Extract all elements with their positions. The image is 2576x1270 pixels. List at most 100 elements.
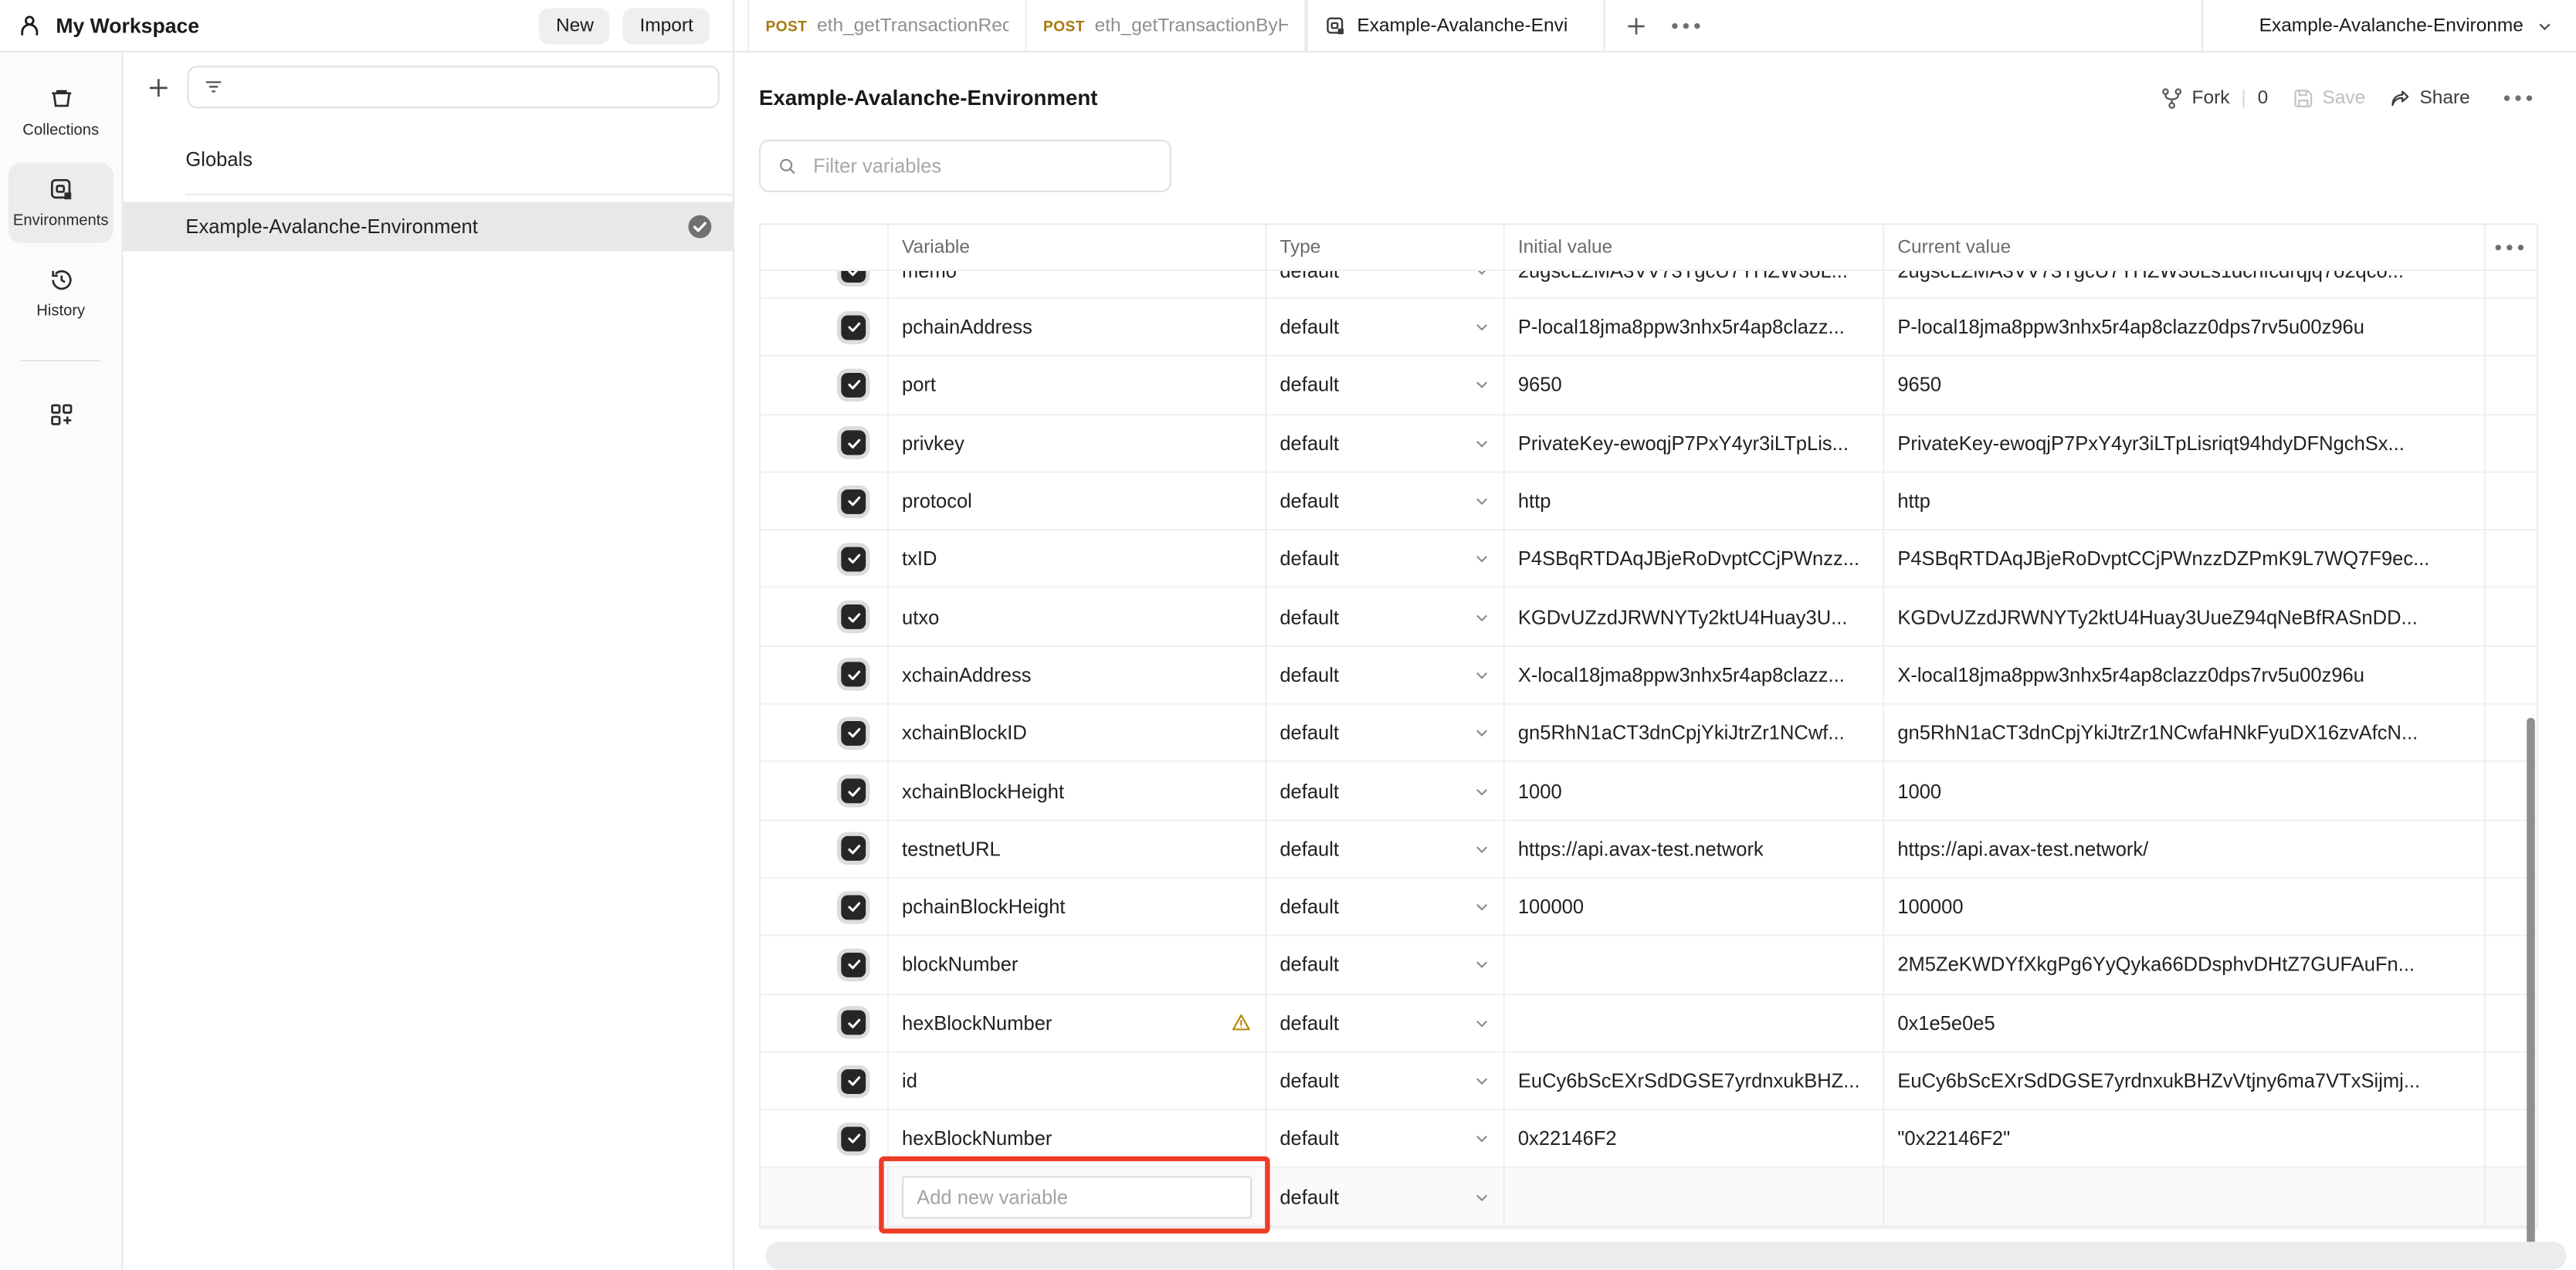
table-row[interactable]: xchainAddress default X-local18jma8ppw3n… (761, 647, 2537, 705)
table-row[interactable]: hexBlockNumber default 0x1e5e0e5 (761, 994, 2537, 1052)
table-row[interactable]: pchainAddress default P-local18jma8ppw3n… (761, 299, 2537, 357)
row-checkbox[interactable] (841, 895, 866, 919)
new-tab-plus-icon[interactable] (1625, 14, 1648, 37)
current-value-cell[interactable]: https://api.avax-test.network/ (1884, 821, 2486, 877)
environment-selector[interactable]: Example-Avalanche-Environme (2201, 0, 2576, 51)
environment-list-item-selected[interactable]: Example-Avalanche-Environment (124, 202, 733, 252)
variable-type-select[interactable]: default (1266, 473, 1504, 530)
add-row-type-select[interactable]: default (1266, 1169, 1504, 1225)
initial-value-cell[interactable]: PrivateKey-ewoqjP7PxY4yr3iLTpLis... (1505, 415, 1884, 471)
table-row[interactable]: protocol default http http (761, 473, 2537, 531)
table-row[interactable]: xchainBlockID default gn5RhN1aCT3dnCpjYk… (761, 705, 2537, 763)
current-value-cell[interactable]: 9650 (1884, 357, 2486, 413)
add-environment-plus-icon[interactable] (146, 75, 171, 100)
configure-workspace-button[interactable] (8, 388, 114, 442)
filter-variables-input[interactable] (810, 153, 1154, 179)
current-value-cell[interactable]: 2M5ZeKWDYfXkgPg6YyQyka66DDsphvDHtZ7GUFAu… (1884, 936, 2486, 993)
tab-eth-getTransactionReceipt[interactable]: POST eth_getTransactionRece (747, 0, 1027, 51)
row-checkbox[interactable] (841, 373, 866, 398)
variable-type-select[interactable]: default (1266, 531, 1504, 588)
table-row[interactable]: hexBlockNumber default 0x22146F2 "0x2214… (761, 1111, 2537, 1169)
variable-type-select[interactable]: default (1266, 271, 1504, 299)
row-checkbox[interactable] (841, 315, 866, 340)
sidebar-item-collections[interactable]: Collections (8, 73, 114, 153)
row-checkbox[interactable] (841, 778, 866, 803)
row-checkbox[interactable] (841, 547, 866, 571)
initial-value-cell[interactable]: 2ugscLZMA3VV73TgcU7YHZW3oL... (1505, 271, 1884, 299)
initial-value-cell[interactable]: http (1505, 473, 1884, 530)
current-value-cell[interactable]: 100000 (1884, 879, 2486, 935)
table-row[interactable]: testnetURL default https://api.avax-test… (761, 821, 2537, 879)
table-row[interactable]: utxo default KGDvUZzdJRWNYTy2ktU4Huay3U.… (761, 589, 2537, 647)
initial-value-cell[interactable]: KGDvUZzdJRWNYTy2ktU4Huay3U... (1505, 589, 1884, 645)
current-value-cell[interactable]: gn5RhN1aCT3dnCpjYkiJtrZr1NCwfaHNkFyuDX16… (1884, 705, 2486, 761)
variable-type-select[interactable]: default (1266, 647, 1504, 703)
table-row[interactable]: blockNumber default 2M5ZeKWDYfXkgPg6YyQy… (761, 936, 2537, 994)
globals-item[interactable]: Globals (124, 134, 733, 184)
sidebar-item-history[interactable]: History (8, 253, 114, 334)
row-checkbox[interactable] (841, 1011, 866, 1035)
current-value-cell[interactable]: KGDvUZzdJRWNYTy2ktU4Huay3UueZ94qNeBfRASn… (1884, 589, 2486, 645)
share-button[interactable]: Share (2388, 86, 2470, 110)
initial-value-cell[interactable]: EuCy6bScEXrSdDGSE7yrdnxukBHZ... (1505, 1052, 1884, 1109)
variable-type-select[interactable]: default (1266, 1052, 1504, 1109)
current-value-cell[interactable]: 1000 (1884, 763, 2486, 819)
initial-value-cell[interactable]: 100000 (1505, 879, 1884, 935)
initial-value-cell[interactable]: P4SBqRTDAqJBjeRoDvptCCjPWnzz... (1505, 531, 1884, 588)
current-value-cell[interactable]: EuCy6bScEXrSdDGSE7yrdnxukBHZvVtjny6ma7VT… (1884, 1052, 2486, 1109)
variable-type-select[interactable]: default (1266, 357, 1504, 413)
current-value-cell[interactable]: http (1884, 473, 2486, 530)
table-row[interactable]: memo default 2ugscLZMA3VV73TgcU7YHZW3oL.… (761, 271, 2537, 299)
row-checkbox[interactable] (841, 720, 866, 745)
add-new-variable-input[interactable] (902, 1175, 1252, 1218)
initial-value-cell[interactable]: 9650 (1505, 357, 1884, 413)
horizontal-scrollbar-track[interactable] (765, 1241, 2566, 1269)
row-checkbox[interactable] (841, 837, 866, 862)
tab-environment-active[interactable]: Example-Avalanche-Envi (1306, 0, 1605, 51)
column-options-icon[interactable]: ●●● (2486, 225, 2537, 269)
filter-variables-box[interactable] (759, 140, 1171, 192)
variable-type-select[interactable]: default (1266, 994, 1504, 1051)
row-checkbox[interactable] (841, 605, 866, 629)
current-value-cell[interactable]: PrivateKey-ewoqjP7PxY4yr3iLTpLisriqt94hd… (1884, 415, 2486, 471)
initial-value-cell[interactable]: X-local18jma8ppw3nhx5r4ap8clazz... (1505, 647, 1884, 703)
table-row[interactable]: port default 9650 9650 (761, 357, 2537, 415)
initial-value-cell[interactable]: gn5RhN1aCT3dnCpjYkiJtrZr1NCwf... (1505, 705, 1884, 761)
row-checkbox[interactable] (841, 662, 866, 687)
new-button[interactable]: New (540, 8, 611, 44)
variable-type-select[interactable]: default (1266, 879, 1504, 935)
table-row[interactable]: privkey default PrivateKey-ewoqjP7PxY4yr… (761, 415, 2537, 472)
user-icon[interactable] (16, 12, 42, 39)
table-row[interactable]: txID default P4SBqRTDAqJBjeRoDvptCCjPWnz… (761, 531, 2537, 589)
current-value-cell[interactable]: "0x22146F2" (1884, 1111, 2486, 1167)
sidebar-item-environments[interactable]: Environments (8, 163, 114, 243)
variable-type-select[interactable]: default (1266, 936, 1504, 993)
save-button[interactable]: Save (2291, 86, 2365, 110)
table-row[interactable]: xchainBlockHeight default 1000 1000 (761, 763, 2537, 821)
vertical-scrollbar-thumb[interactable] (2527, 718, 2535, 1270)
table-row[interactable]: pchainBlockHeight default 100000 100000 (761, 879, 2537, 936)
row-checkbox[interactable] (841, 431, 866, 456)
row-checkbox[interactable] (841, 489, 866, 513)
import-button[interactable]: Import (623, 8, 710, 44)
row-checkbox[interactable] (841, 953, 866, 977)
variable-type-select[interactable]: default (1266, 705, 1504, 761)
variable-type-select[interactable]: default (1266, 589, 1504, 645)
fork-button[interactable]: Fork | 0 (2161, 86, 2268, 110)
tab-overflow-icon[interactable]: ●●● (1671, 18, 1705, 32)
variable-type-select[interactable]: default (1266, 821, 1504, 877)
row-checkbox[interactable] (841, 1068, 866, 1093)
initial-value-cell[interactable]: 0x22146F2 (1505, 1111, 1884, 1167)
current-value-cell[interactable]: P4SBqRTDAqJBjeRoDvptCCjPWnzzDZPmK9L7WQ7F… (1884, 531, 2486, 588)
more-actions-icon[interactable]: ●●● (2503, 90, 2537, 105)
tab-eth-getTransactionByHash[interactable]: POST eth_getTransactionByHa (1027, 0, 1307, 51)
environments-filter-box[interactable] (188, 66, 720, 108)
initial-value-cell[interactable] (1505, 936, 1884, 993)
initial-value-cell[interactable]: 1000 (1505, 763, 1884, 819)
variable-type-select[interactable]: default (1266, 1111, 1504, 1167)
initial-value-cell[interactable] (1505, 994, 1884, 1051)
table-row[interactable]: id default EuCy6bScEXrSdDGSE7yrdnxukBHZ.… (761, 1052, 2537, 1110)
initial-value-cell[interactable]: https://api.avax-test.network (1505, 821, 1884, 877)
variable-type-select[interactable]: default (1266, 763, 1504, 819)
current-value-cell[interactable]: 2ugscLZMA3VV73TgcU7YHZW3oLs1dchfcdrqjq7o… (1884, 271, 2486, 299)
